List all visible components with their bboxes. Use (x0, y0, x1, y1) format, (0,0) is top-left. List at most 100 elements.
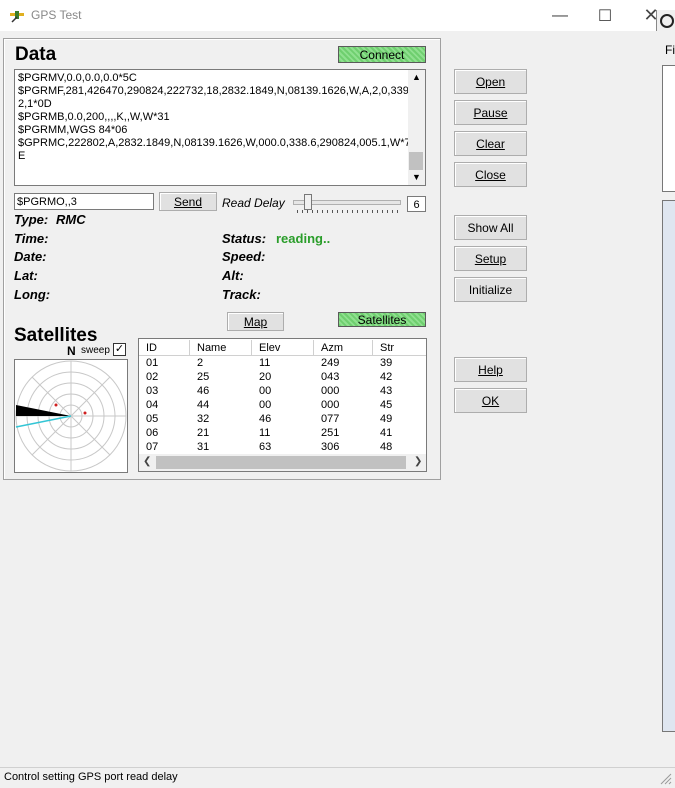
table-row[interactable]: 05 32 46 077 49 (139, 413, 426, 427)
nmea-output[interactable]: $PGRMV,0.0,0.0,0.0*5C $PGRMF,281,426470,2… (14, 69, 426, 186)
close-label: Close (475, 167, 506, 182)
speed-label: Speed: (222, 249, 266, 264)
table-cell: 41 (380, 427, 393, 439)
title-bar[interactable]: GPS Test — ☐ ✕ (0, 0, 675, 31)
nmea-line: $GPRMC,222802,A,2832.1849,N,08139.1626,W… (18, 137, 411, 149)
sweep-checkbox[interactable]: ✓ (113, 343, 126, 356)
pause-button[interactable]: Pause (454, 100, 527, 125)
scroll-down-icon[interactable]: ▼ (412, 172, 421, 182)
table-cell: 44 (197, 399, 210, 411)
table-row[interactable]: 07 31 63 306 48 (139, 441, 426, 455)
open-label: Open (475, 74, 506, 89)
column-header-elev[interactable]: Elev (252, 340, 314, 356)
help-label: Help (478, 362, 503, 377)
table-cell: 48 (380, 441, 393, 453)
satellites-heading: Satellites (14, 325, 98, 346)
long-label: Long: (14, 287, 51, 302)
table-cell: 306 (321, 441, 340, 453)
satellites-button[interactable]: Satellites (338, 312, 426, 327)
column-header-str[interactable]: Str (373, 340, 426, 356)
slider-tick (357, 210, 358, 213)
pause-label: Pause (473, 105, 508, 120)
read-delay-slider-thumb[interactable] (304, 194, 312, 210)
nmea-scrollbar[interactable]: ▲ ▼ (408, 70, 425, 185)
status-label: Status: (222, 231, 267, 246)
show-all-button[interactable]: Show All (454, 215, 527, 240)
nmea-text: $PGRMV,0.0,0.0,0.0*5C $PGRMF,281,426470,2… (18, 72, 412, 163)
slider-tick (367, 210, 368, 213)
table-cell: 11 (259, 357, 271, 369)
command-input[interactable] (14, 193, 154, 210)
table-row[interactable]: 03 46 00 000 43 (139, 385, 426, 399)
slider-tick (392, 210, 393, 213)
table-cell: 000 (321, 399, 340, 411)
initialize-button[interactable]: Initialize (454, 277, 527, 302)
north-label: N (67, 344, 76, 358)
lat-label: Lat: (14, 268, 38, 283)
maximize-icon[interactable]: ☐ (582, 0, 628, 31)
table-cell: 05 (146, 413, 159, 425)
slider-tick (307, 210, 308, 213)
read-delay-label: Read Delay (222, 196, 285, 210)
table-row[interactable]: 06 21 11 251 41 (139, 427, 426, 441)
satellite-table[interactable]: ID Name Elev Azm Str 01 2 11 249 39 02 25 20 043… (138, 338, 427, 472)
table-cell: 00 (259, 399, 272, 411)
scroll-right-icon[interactable]: ❯ (414, 456, 422, 467)
open-button[interactable]: Open (454, 69, 527, 94)
scroll-up-icon[interactable]: ▲ (412, 72, 421, 82)
table-hscrollbar[interactable]: ❮ ❯ (139, 454, 426, 471)
scroll-left-icon[interactable]: ❮ (143, 456, 151, 467)
time-label: Time: (14, 231, 49, 246)
connect-button[interactable]: Connect (338, 46, 426, 63)
slider-tick (387, 210, 388, 213)
sweep-label: sweep (81, 345, 110, 356)
slider-tick (312, 210, 313, 213)
send-label: Send (173, 194, 203, 209)
column-header-id[interactable]: ID (139, 340, 190, 356)
ok-label: OK (481, 393, 500, 408)
slider-tick (347, 210, 348, 213)
help-button[interactable]: Help (454, 357, 527, 382)
table-cell: 43 (380, 385, 393, 397)
type-value: RMC (56, 212, 86, 227)
column-header-name[interactable]: Name (190, 340, 252, 356)
satellite-marker (54, 403, 58, 407)
nmea-line: E (18, 150, 26, 162)
send-button[interactable]: Send (159, 192, 217, 211)
table-cell: 04 (146, 399, 159, 411)
clear-button[interactable]: Clear (454, 131, 527, 156)
app-icon (660, 14, 674, 28)
minimize-icon[interactable]: — (537, 0, 583, 31)
type-label: Type: (14, 212, 49, 227)
table-cell: 043 (321, 371, 340, 383)
map-button[interactable]: Map (227, 312, 284, 331)
table-cell: 01 (146, 357, 159, 369)
background-menu-file[interactable]: Fil (665, 43, 675, 57)
slider-tick (327, 210, 328, 213)
column-header-azm[interactable]: Azm (314, 340, 373, 356)
table-cell: 251 (321, 427, 340, 439)
slider-tick (382, 210, 383, 213)
read-delay-value: 6 (407, 196, 426, 212)
table-row[interactable]: 02 25 20 043 42 (139, 371, 426, 385)
slider-tick (377, 210, 378, 213)
table-row[interactable]: 01 2 11 249 39 (139, 357, 426, 371)
setup-button[interactable]: Setup (454, 246, 527, 271)
setup-label: Setup (474, 251, 507, 266)
close-button[interactable]: Close (454, 162, 527, 187)
slider-tick (342, 210, 343, 213)
ok-button[interactable]: OK (454, 388, 527, 413)
table-cell: 45 (380, 399, 393, 411)
status-bar: Control setting GPS port read delay (0, 767, 675, 788)
scroll-thumb[interactable] (409, 152, 423, 170)
nmea-line: $PGRMM,WGS 84*06 (18, 124, 128, 136)
table-cell: 249 (321, 357, 340, 369)
satellite-icon (10, 11, 24, 23)
table-row[interactable]: 04 44 00 000 45 (139, 399, 426, 413)
resize-grip-icon[interactable] (660, 773, 672, 785)
nmea-line: $PGRMF,281,426470,290824,222732,18,2832.… (18, 85, 412, 97)
slider-tick (372, 210, 373, 213)
table-cell: 00 (259, 385, 272, 397)
map-label: Map (243, 314, 268, 329)
hscroll-thumb[interactable] (156, 456, 406, 469)
